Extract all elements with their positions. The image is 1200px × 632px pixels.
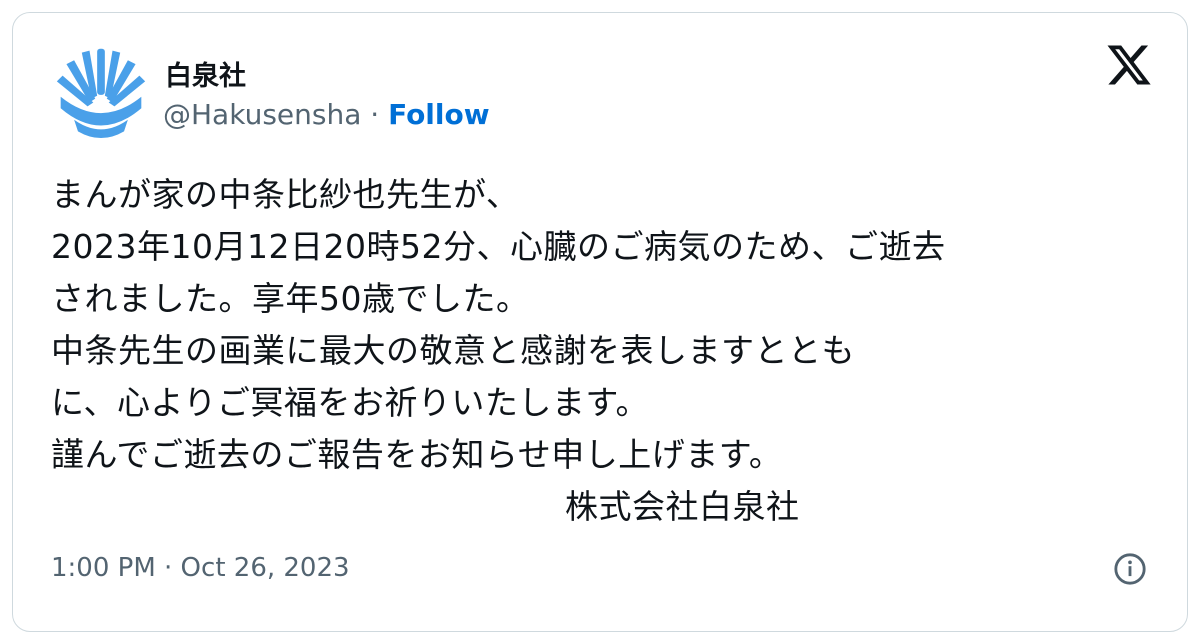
tweet-line: 謹んでご逝去のご報告をお知らせ申し上げます。 — [51, 435, 783, 474]
hakusensha-logo-icon[interactable] — [53, 43, 149, 139]
tweet-card[interactable]: 白泉社 @Hakusensha · Follow まんが家の中条比紗也先生が、 2… — [12, 12, 1188, 632]
timestamp-link[interactable]: 1:00 PM · Oct 26, 2023 — [51, 550, 350, 586]
follow-button[interactable]: Follow — [388, 98, 490, 131]
tweet-text: まんが家の中条比紗也先生が、 2023年10月12日20時52分、心臓のご病気のた… — [51, 169, 945, 481]
info-icon[interactable] — [1113, 552, 1147, 586]
display-name[interactable]: 白泉社 — [165, 61, 246, 93]
tweet-line: されました。享年50歳でした。 — [51, 279, 530, 318]
tweet-signature: 株式会社白泉社 — [565, 487, 800, 526]
x-logo-icon[interactable] — [1105, 41, 1153, 89]
tweet-line: 2023年10月12日20時52分、心臓のご病気のため、ご逝去 — [51, 227, 946, 266]
separator-dot: · — [361, 98, 389, 131]
tweet-line: に、心よりご冥福をお祈りいたします。 — [51, 383, 650, 422]
tweet-line: 中条先生の画業に最大の敬意と感謝を表しますととも — [51, 331, 855, 370]
tweet-line: まんが家の中条比紗也先生が、 — [51, 175, 520, 214]
handle-row: @Hakusensha · Follow — [163, 97, 490, 133]
handle[interactable]: @Hakusensha — [163, 98, 361, 131]
